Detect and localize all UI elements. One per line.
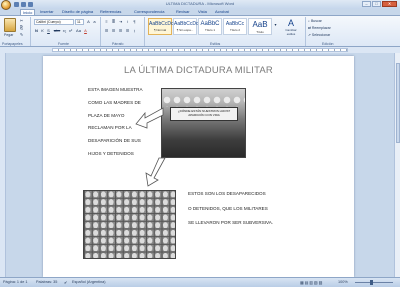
justify-icon[interactable]: ☰ <box>125 28 130 33</box>
replace-label: Reemplazar <box>311 26 331 30</box>
document-title: LA ÚLTIMA DICTADURA MILITAR <box>124 65 273 76</box>
find-button[interactable]: ⌕ Buscar <box>308 18 331 25</box>
change-case-button[interactable]: Aa <box>75 28 82 33</box>
change-styles-button[interactable]: A Cambiar estilos <box>281 18 301 40</box>
find-label: Buscar <box>310 19 322 23</box>
group-label-fuente: Fuente <box>58 42 69 46</box>
style-name: ¶ Sin espa... <box>176 28 194 32</box>
group-divider <box>100 17 101 46</box>
styles-more-icon[interactable]: ▾ <box>273 22 278 27</box>
status-bar: Página: 1 de 1 Palabras: 35 ✔ Español (A… <box>0 277 400 287</box>
style-sample: AaBbCcDc <box>174 21 199 27</box>
align-left-icon[interactable]: ☰ <box>104 28 109 33</box>
replace-button[interactable]: ⇄ Reemplazar <box>308 25 331 32</box>
desaparecidos-photo-grid[interactable] <box>83 190 176 259</box>
italic-button[interactable]: K <box>40 28 45 33</box>
group-divider <box>144 17 145 46</box>
text-line: ESTOS SON LOS DESAPARECIDOS <box>188 191 266 196</box>
ruler-strip[interactable] <box>52 48 348 52</box>
ribbon: Pegar ✂ ⎘ ✎ Portapapeles Calibri (Cuerpo… <box>0 15 400 47</box>
indent-icon[interactable]: ⇥ <box>118 19 123 24</box>
group-label-parrafo: Párrafo <box>112 42 124 46</box>
vertical-ruler <box>0 53 6 277</box>
style-sample: AaBbCc <box>225 21 245 27</box>
paste-label: Pegar <box>4 33 14 37</box>
style-sin-espaciado[interactable]: AaBbCcDc ¶ Sin espa... <box>173 18 199 35</box>
subscript-button[interactable]: x₂ <box>62 28 67 33</box>
horizontal-ruler <box>0 47 400 53</box>
copy-icon[interactable]: ⎘ <box>19 25 24 30</box>
group-label-edicion: Edición <box>322 42 334 46</box>
text-line: SE LLEVARON POR SER SUBVERSIVA. <box>188 220 274 225</box>
style-name: Título 2 <box>229 28 240 32</box>
underline-button[interactable]: S <box>46 28 51 33</box>
paste-icon[interactable] <box>4 18 16 32</box>
font-size-select[interactable]: 11 <box>75 19 84 25</box>
font-name-select[interactable]: Calibri (Cuerpo) <box>34 19 74 25</box>
change-styles-icon: A <box>287 18 294 28</box>
text-line: DESAPARICIÓN DE SUS <box>88 138 141 144</box>
style-sample: AaB <box>252 20 268 29</box>
proofing-icon[interactable]: ✔ <box>64 280 67 285</box>
format-painter-icon[interactable]: ✎ <box>19 32 24 37</box>
select-button[interactable]: ➚ Seleccionar <box>308 32 331 39</box>
zoom-knob[interactable] <box>370 280 373 285</box>
change-styles-label: Cambiar estilos <box>285 28 297 36</box>
arrow-down-icon[interactable] <box>143 156 167 188</box>
cut-icon[interactable]: ✂ <box>19 18 24 23</box>
crowd-heads <box>162 95 245 107</box>
bullets-icon[interactable]: ≡ <box>104 19 109 24</box>
show-marks-icon[interactable]: ¶ <box>132 19 137 24</box>
group-divider <box>305 17 306 46</box>
vertical-scrollbar[interactable] <box>394 53 400 277</box>
page-count[interactable]: Página: 1 de 1 <box>3 280 28 284</box>
paragraph-desaparecidos: ESTOS SON LOS DESAPARECIDOS O DETENIDOS,… <box>188 191 308 235</box>
style-normal[interactable]: AaBbCcDc ¶ Normal <box>148 18 174 35</box>
line-spacing-icon[interactable]: ↨ <box>132 28 137 33</box>
word-count[interactable]: Palabras: 35 <box>36 280 57 284</box>
style-name: Título 1 <box>204 28 215 32</box>
minimize-button[interactable]: ‒ <box>362 1 371 7</box>
madres-plaza-de-mayo-photo[interactable]: ¿DÓNDE ESTÁN NUESTROS HIJOS? APARICIÓN C… <box>161 88 246 158</box>
numbering-icon[interactable]: ≣ <box>111 19 116 24</box>
style-sample: AaBbC <box>200 21 220 27</box>
style-name: Título <box>256 30 264 34</box>
style-titulo-1[interactable]: AaBbC Título 1 <box>198 18 222 35</box>
group-divider <box>30 17 31 46</box>
shrink-font-icon[interactable]: a <box>92 19 97 24</box>
style-name: ¶ Normal <box>153 28 167 32</box>
style-sample: AaBbCcDc <box>149 21 174 27</box>
grow-font-icon[interactable]: A <box>86 19 91 24</box>
style-titulo-2[interactable]: AaBbCc Título 2 <box>223 18 247 35</box>
document-page[interactable]: LA ÚLTIMA DICTADURA MILITAR ESTA IMAGEN … <box>43 56 354 277</box>
group-label-portapapeles: Portapapeles <box>2 42 23 46</box>
maximize-button[interactable]: □ <box>372 1 381 7</box>
text-line: O DETENIDOS, QUE LOS MILITARES <box>188 205 268 211</box>
edit-group: ⌕ Buscar ⇄ Reemplazar ➚ Seleccionar <box>308 18 331 39</box>
select-label: Seleccionar <box>311 33 331 37</box>
style-titulo[interactable]: AaB Título <box>248 18 272 35</box>
superscript-button[interactable]: x² <box>68 28 73 33</box>
scrollbar-thumb[interactable] <box>396 63 400 143</box>
language-indicator[interactable]: Español (Argentina) <box>72 280 106 284</box>
align-right-icon[interactable]: ☰ <box>118 28 123 33</box>
view-buttons-icon[interactable]: ▦ ▤ ▥ ▧ ▨ <box>300 280 322 285</box>
close-button[interactable]: ✕ <box>382 1 397 7</box>
title-bar: ULTIMA DICTADURA - Microsoft Word ‒ □ ✕ <box>0 0 400 10</box>
font-color-button[interactable]: A <box>83 28 88 33</box>
zoom-slider[interactable] <box>355 282 393 283</box>
text-line: ESTA IMAGEN MUESTRA <box>88 87 143 92</box>
align-center-icon[interactable]: ☰ <box>111 28 116 33</box>
window-title: ULTIMA DICTADURA - Microsoft Word <box>165 1 235 6</box>
strikethrough-button[interactable]: abc <box>53 28 61 33</box>
sort-icon[interactable]: ↕ <box>125 19 130 24</box>
arrow-left-icon[interactable] <box>135 104 165 130</box>
protest-banner: ¿DÓNDE ESTÁN NUESTROS HIJOS? APARICIÓN C… <box>170 107 238 121</box>
bold-button[interactable]: N <box>34 28 39 33</box>
zoom-level[interactable]: 100% <box>338 280 348 284</box>
group-label-estilos: Estilos <box>210 42 221 46</box>
